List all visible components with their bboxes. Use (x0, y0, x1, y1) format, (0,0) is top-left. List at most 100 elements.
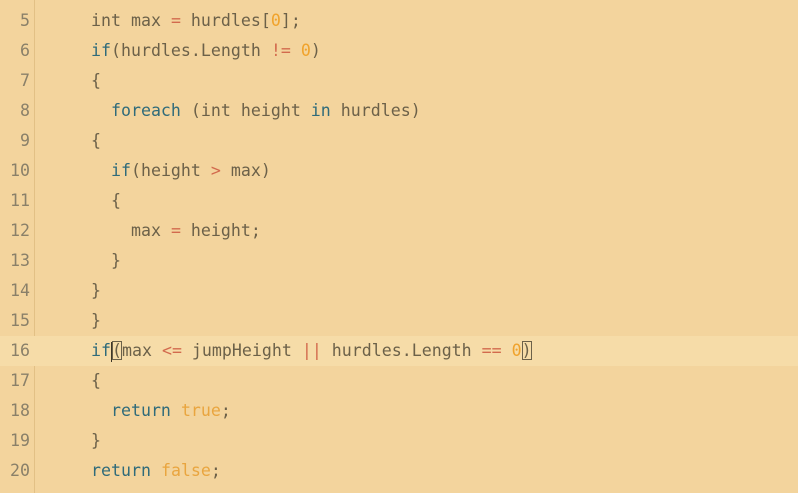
code-line[interactable]: 20 return false; (0, 456, 798, 486)
code-text[interactable]: if(hurdles.Length != 0) (91, 36, 321, 66)
code-token: max (121, 341, 162, 360)
code-token: height; (180, 221, 261, 240)
code-token: ]; (280, 11, 301, 30)
code-lines[interactable]: 5 int max = hurdles[0]; 6 if(hurdles.Length… (0, 6, 798, 486)
code-token: 0 (270, 11, 281, 30)
line-number: 9 (20, 131, 30, 150)
code-token: int max (91, 11, 171, 30)
code-token: true (180, 401, 221, 420)
code-token: jumpHeight (181, 341, 302, 360)
code-token: || (301, 341, 322, 360)
code-token: > (210, 161, 221, 180)
line-number: 20 (10, 461, 30, 480)
code-token: (hurdles.Length (110, 41, 271, 60)
code-token: { (91, 71, 101, 90)
code-token: } (91, 251, 121, 270)
line-number: 17 (10, 371, 30, 390)
code-token: != (270, 41, 291, 60)
code-token: 0 (511, 341, 522, 360)
code-token: ; (220, 401, 231, 420)
code-line[interactable]: 7{ (0, 66, 798, 96)
code-token: 0 (300, 41, 311, 60)
code-token: } (91, 311, 101, 330)
code-token: (int height (180, 101, 311, 120)
code-token: { (91, 371, 101, 390)
code-line[interactable]: 11 { (0, 186, 798, 216)
code-text[interactable]: int max = hurdles[0]; (91, 6, 301, 36)
code-text[interactable]: { (91, 186, 121, 216)
code-line[interactable]: 5 int max = hurdles[0]; (0, 6, 798, 36)
code-text[interactable]: if(height > max) (91, 156, 271, 186)
code-token: false (160, 461, 211, 480)
code-text[interactable]: { (91, 126, 101, 156)
code-text[interactable]: } (91, 306, 101, 336)
code-token: { (91, 131, 101, 150)
code-token: hurdles[ (180, 11, 271, 30)
code-token: ) (310, 41, 321, 60)
line-number: 14 (10, 281, 30, 300)
code-text[interactable]: foreach (int height in hurdles) (91, 96, 421, 126)
code-token: } (91, 431, 101, 450)
line-number: 15 (10, 311, 30, 330)
code-token: foreach (110, 101, 181, 120)
code-token: = (170, 221, 181, 240)
code-token: if (91, 41, 111, 60)
code-token: if (91, 341, 111, 360)
code-token: { (91, 191, 121, 210)
line-number: 5 (20, 11, 30, 30)
code-line[interactable]: 12 max = height; (0, 216, 798, 246)
line-number: 12 (10, 221, 30, 240)
code-token: = (170, 11, 181, 30)
line-number: 6 (20, 41, 30, 60)
line-number: 10 (10, 161, 30, 180)
code-editor[interactable]: 5 int max = hurdles[0]; 6 if(hurdles.Length… (0, 0, 798, 493)
code-text[interactable]: } (91, 426, 101, 456)
code-token: in (310, 101, 331, 120)
code-token: hurdles) (330, 101, 421, 120)
line-number: 19 (10, 431, 30, 450)
matched-bracket: ( (111, 341, 122, 360)
code-text[interactable]: return true; (91, 396, 231, 426)
code-token: (height (130, 161, 211, 180)
code-line[interactable]: 16 if(max <= jumpHeight || hurdles.Length… (0, 336, 798, 366)
code-text[interactable]: max = height; (91, 216, 261, 246)
code-token: ; (210, 461, 221, 480)
code-text[interactable]: } (91, 276, 101, 306)
line-number: 18 (10, 401, 30, 420)
code-text[interactable]: { (91, 66, 101, 96)
line-number: 16 (10, 341, 30, 360)
code-line[interactable]: 19} (0, 426, 798, 456)
code-line[interactable]: 17 { (0, 366, 798, 396)
code-line[interactable]: 13 } (0, 246, 798, 276)
code-text[interactable]: return false; (91, 456, 221, 486)
code-line[interactable]: 10 if(height > max) (0, 156, 798, 186)
code-line[interactable]: 9{ (0, 126, 798, 156)
code-token: <= (161, 341, 182, 360)
line-number: 8 (20, 101, 30, 120)
code-line[interactable]: 15} (0, 306, 798, 336)
code-text[interactable]: if(max <= jumpHeight || hurdles.Length =… (91, 336, 532, 366)
code-token: max) (220, 161, 271, 180)
code-token: hurdles.Length (321, 341, 482, 360)
code-line[interactable]: 18 return true; (0, 396, 798, 426)
code-line[interactable]: 6 if(hurdles.Length != 0) (0, 36, 798, 66)
code-token: if (110, 161, 131, 180)
code-text[interactable]: } (91, 246, 121, 276)
code-line[interactable]: 14} (0, 276, 798, 306)
code-token: max (91, 221, 171, 240)
code-text[interactable]: { (91, 366, 101, 396)
line-number: 13 (10, 251, 30, 270)
code-token: == (481, 341, 502, 360)
matched-bracket: ) (521, 341, 532, 360)
line-number: 7 (20, 71, 30, 90)
code-token: } (91, 281, 101, 300)
code-token: return (110, 401, 171, 420)
code-line[interactable]: 8 foreach (int height in hurdles) (0, 96, 798, 126)
